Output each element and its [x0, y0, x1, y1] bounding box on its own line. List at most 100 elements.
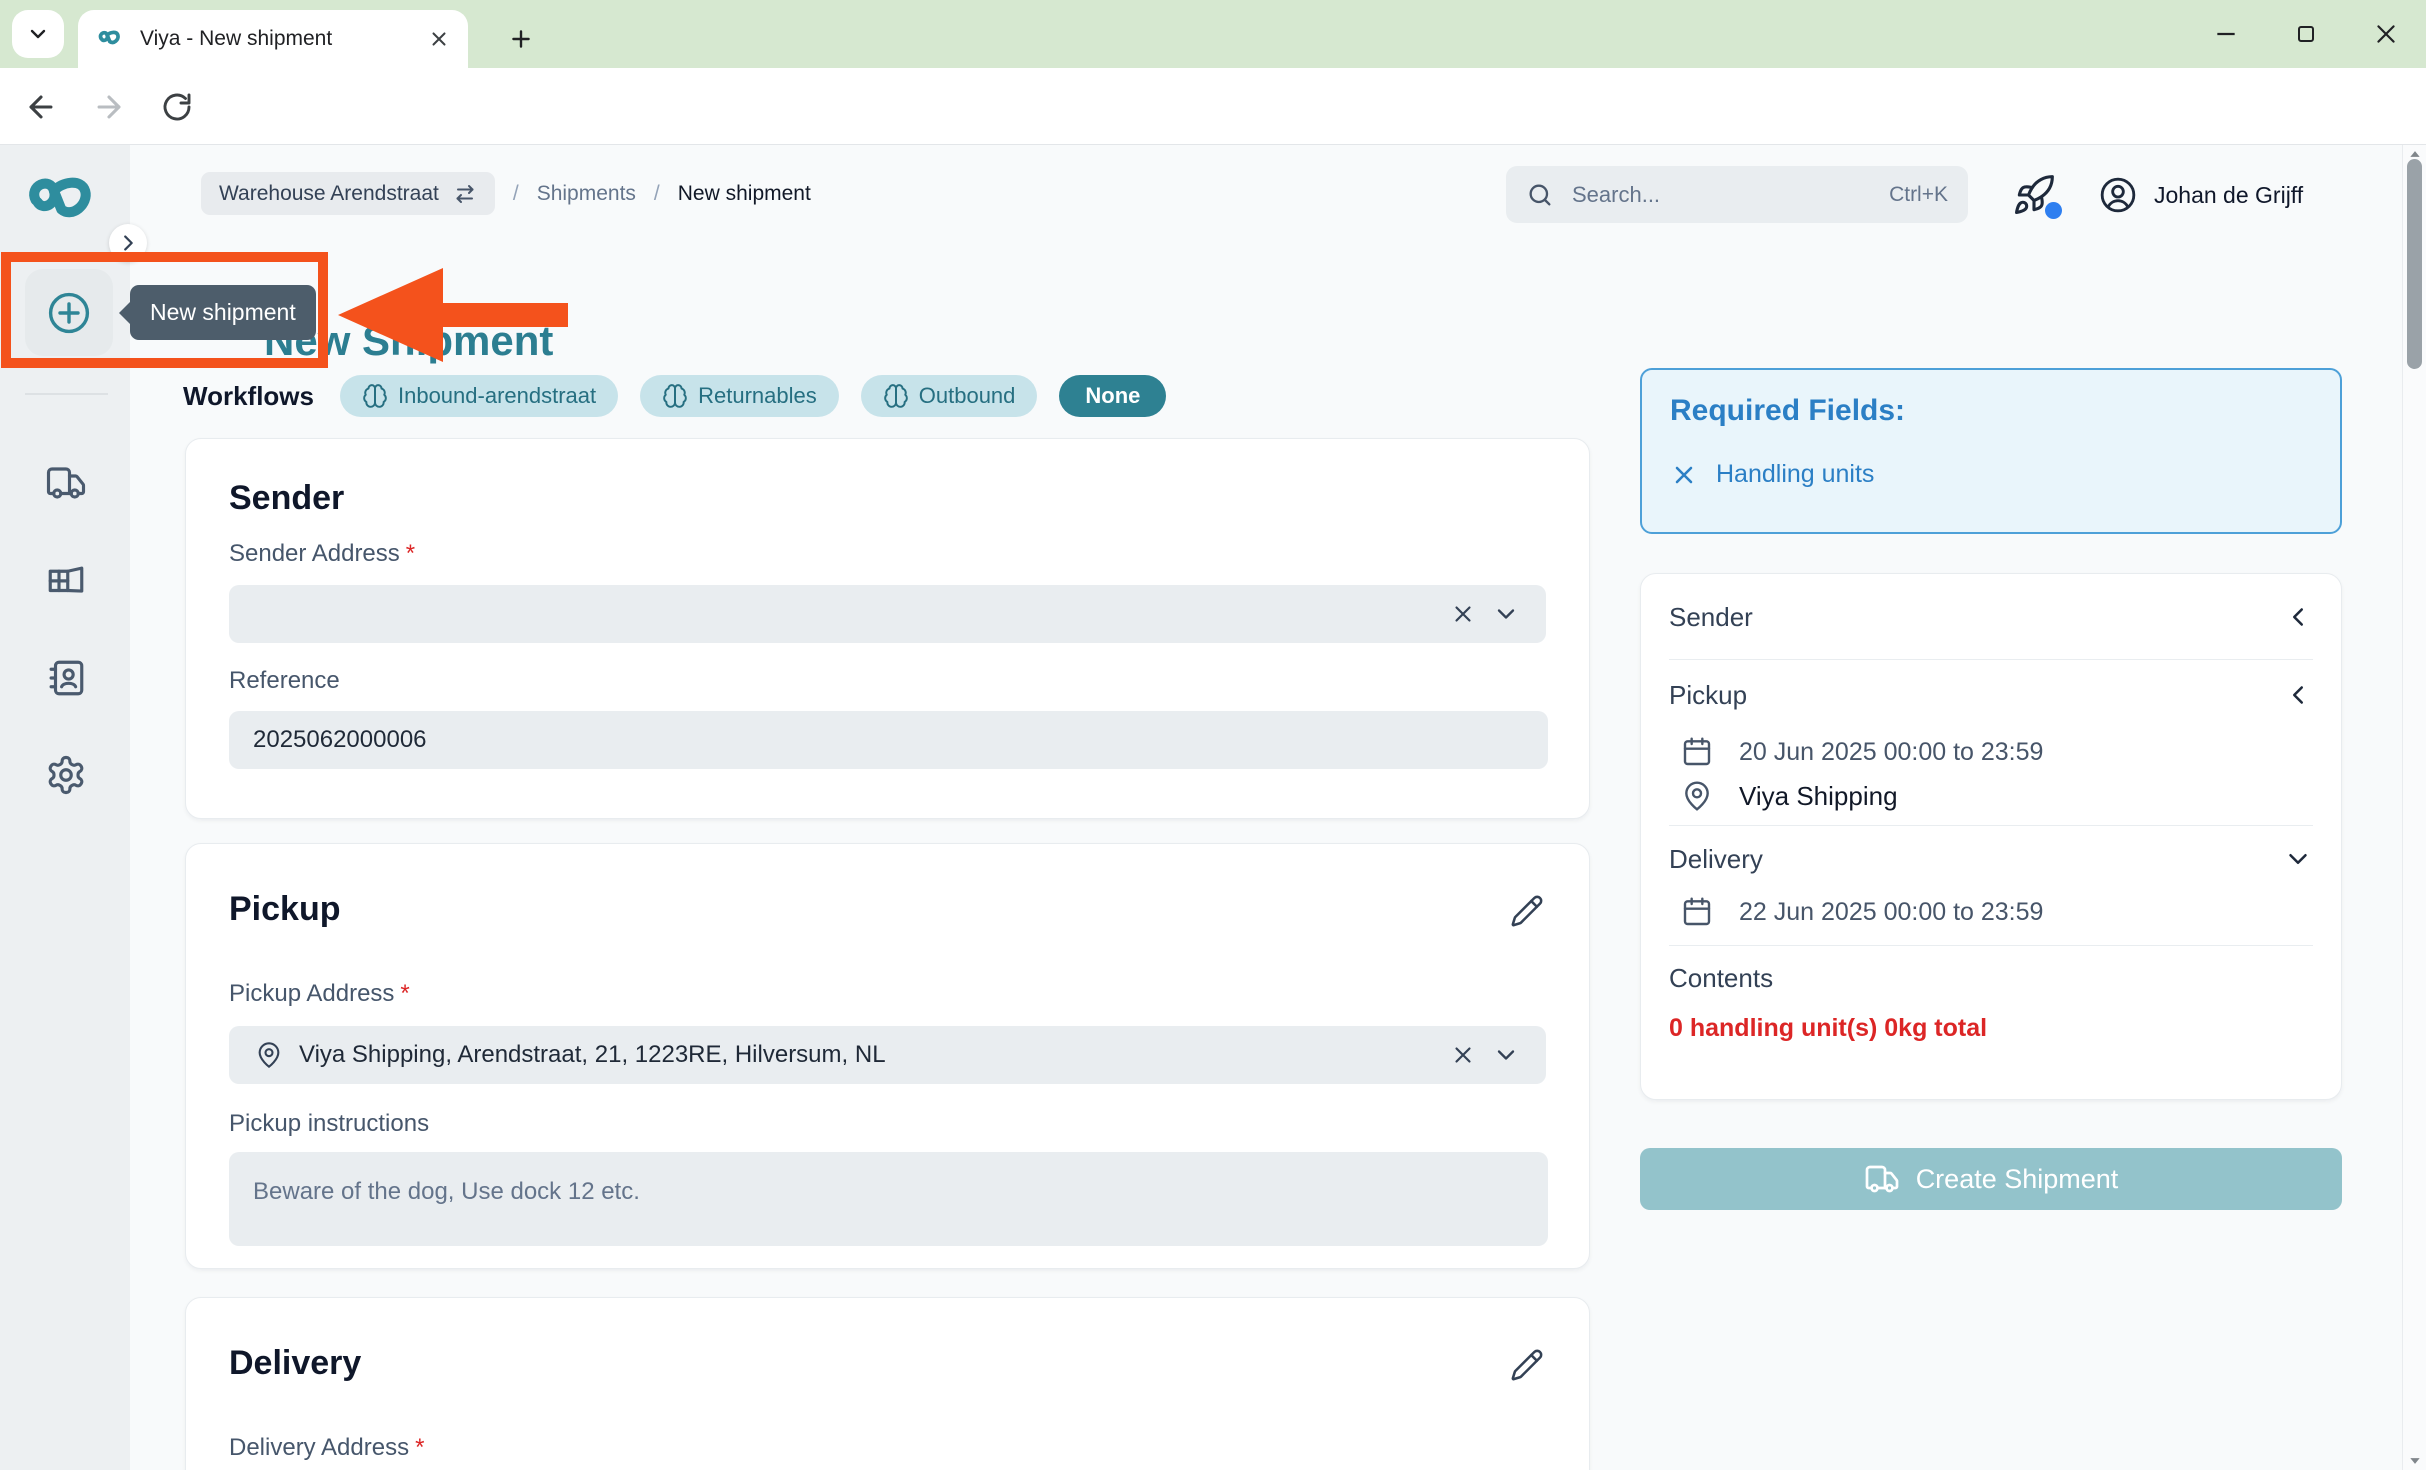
- global-search[interactable]: Ctrl+K: [1506, 166, 1968, 223]
- sender-address-select[interactable]: [229, 585, 1546, 643]
- shipment-summary-card: Sender Pickup 20 Jun 2025 00:00 to 23:59…: [1640, 573, 2342, 1100]
- pencil-icon: [1510, 894, 1544, 928]
- notification-dot: [2045, 202, 2062, 219]
- pickup-location-row: Viya Shipping: [1681, 776, 1898, 816]
- pickup-address-select[interactable]: Viya Shipping, Arendstraat, 21, 1223RE, …: [229, 1026, 1546, 1084]
- breadcrumb-shipments[interactable]: Shipments: [537, 182, 636, 206]
- container-icon: [45, 559, 87, 601]
- pencil-icon: [1510, 1348, 1544, 1382]
- workflow-pill-outbound[interactable]: Outbound: [861, 375, 1038, 417]
- summary-sender-header[interactable]: Sender: [1669, 594, 2313, 640]
- whats-new-button[interactable]: [2012, 173, 2060, 221]
- window-controls: [2186, 0, 2426, 68]
- create-shipment-label: Create Shipment: [1916, 1164, 2119, 1195]
- pickup-address-label: Pickup Address*: [229, 980, 410, 1008]
- create-shipment-button[interactable]: Create Shipment: [1640, 1148, 2342, 1210]
- new-tab-button[interactable]: [500, 18, 542, 60]
- workflows-label: Workflows: [183, 381, 314, 412]
- clear-icon[interactable]: [1450, 1042, 1476, 1068]
- close-window-button[interactable]: [2346, 0, 2426, 68]
- contents-warning: 0 handling unit(s) 0kg total: [1669, 1014, 1987, 1043]
- divider: [1669, 945, 2313, 946]
- sidebar-item-containers[interactable]: [45, 559, 87, 601]
- browser-window: Viya - New shipment present.viyatest.it/…: [0, 0, 2426, 1470]
- maximize-button[interactable]: [2266, 0, 2346, 68]
- workflow-pill-label: Returnables: [698, 383, 817, 409]
- summary-delivery-header[interactable]: Delivery: [1669, 836, 2313, 882]
- summary-sender-label: Sender: [1669, 602, 1753, 633]
- back-button[interactable]: [22, 88, 60, 126]
- workflows-row: Workflows Inbound-arendstraat Returnable…: [183, 375, 1166, 417]
- annotation-arrow: [338, 265, 570, 365]
- chevron-down-icon: [26, 22, 50, 46]
- sender-address-label: Sender Address*: [229, 540, 415, 568]
- sidebar-item-shipments[interactable]: [45, 462, 87, 504]
- forward-button[interactable]: [90, 88, 128, 126]
- tab-strip: Viya - New shipment: [0, 0, 2426, 68]
- gear-icon: [45, 754, 87, 796]
- delivery-window-value: 22 Jun 2025 00:00 to 23:59: [1739, 898, 2043, 927]
- required-field-item: Handling units: [1670, 460, 1874, 489]
- divider: [1669, 825, 2313, 826]
- minimize-button[interactable]: [2186, 0, 2266, 68]
- map-pin-icon: [1681, 780, 1713, 812]
- pickup-instructions-input[interactable]: [229, 1152, 1548, 1246]
- tab-title: Viya - New shipment: [140, 27, 414, 51]
- scroll-down-icon[interactable]: [2408, 1454, 2422, 1468]
- app-viewport: Warehouse Arendstraat / Shipments / New …: [0, 145, 2426, 1470]
- reference-input[interactable]: [229, 711, 1548, 769]
- x-icon: [1670, 461, 1698, 489]
- delivery-title: Delivery: [229, 1344, 361, 1383]
- edit-pickup-button[interactable]: [1510, 894, 1546, 930]
- scrollbar-thumb[interactable]: [2407, 159, 2422, 369]
- chevron-left-icon[interactable]: [2283, 680, 2313, 710]
- workflow-pill-inbound[interactable]: Inbound-arendstraat: [340, 375, 618, 417]
- pickup-title: Pickup: [229, 890, 340, 929]
- tab-close-icon[interactable]: [428, 28, 450, 50]
- viya-favicon: [96, 28, 126, 50]
- workflow-pill-label: Outbound: [919, 383, 1016, 409]
- reload-button[interactable]: [158, 88, 196, 126]
- tab-search-button[interactable]: [12, 10, 64, 58]
- user-menu[interactable]: Johan de Grijff: [2098, 175, 2303, 215]
- browser-tab[interactable]: Viya - New shipment: [78, 10, 468, 68]
- search-shortcut: Ctrl+K: [1889, 183, 1948, 207]
- pickup-card: Pickup Pickup Address* Viya Shipping, Ar…: [185, 843, 1590, 1269]
- workflow-pill-label: Inbound-arendstraat: [398, 383, 596, 409]
- contents-label: Contents: [1669, 963, 1773, 994]
- delivery-window-row: 22 Jun 2025 00:00 to 23:59: [1681, 892, 2043, 932]
- user-name: Johan de Grijff: [2154, 182, 2303, 209]
- workspace-name: Warehouse Arendstraat: [219, 182, 439, 206]
- page-scrollbar[interactable]: [2402, 145, 2426, 1470]
- brain-icon: [362, 383, 388, 409]
- pickup-instructions-label: Pickup instructions: [229, 1110, 429, 1138]
- chevron-down-icon[interactable]: [1492, 600, 1520, 628]
- breadcrumb-current: New shipment: [678, 182, 811, 206]
- summary-delivery-label: Delivery: [1669, 844, 1763, 875]
- summary-contents-header: Contents: [1669, 958, 2313, 998]
- reference-label: Reference: [229, 667, 340, 695]
- pickup-address-value: Viya Shipping, Arendstraat, 21, 1223RE, …: [299, 1041, 1434, 1069]
- required-fields-panel: Required Fields: Handling units: [1640, 368, 2342, 534]
- sidebar-divider: [25, 393, 108, 395]
- user-circle-icon: [2098, 175, 2138, 215]
- sidebar-item-contacts[interactable]: [45, 657, 87, 699]
- chevron-left-icon[interactable]: [2283, 602, 2313, 632]
- chevron-down-icon[interactable]: [2283, 844, 2313, 874]
- workflow-pill-returnables[interactable]: Returnables: [640, 375, 839, 417]
- workspace-switcher[interactable]: Warehouse Arendstraat: [201, 172, 495, 215]
- brain-icon: [662, 383, 688, 409]
- viya-logo[interactable]: [21, 171, 109, 233]
- chevron-down-icon[interactable]: [1492, 1041, 1520, 1069]
- map-pin-icon: [255, 1041, 283, 1069]
- search-icon: [1526, 181, 1554, 209]
- truck-icon: [1864, 1161, 1900, 1197]
- workflow-pill-none[interactable]: None: [1059, 375, 1166, 417]
- summary-pickup-header[interactable]: Pickup: [1669, 672, 2313, 718]
- search-input[interactable]: [1570, 181, 1873, 209]
- clear-icon[interactable]: [1450, 601, 1476, 627]
- sidebar-item-settings[interactable]: [45, 754, 87, 796]
- divider: [1669, 659, 2313, 660]
- edit-delivery-button[interactable]: [1510, 1348, 1546, 1384]
- pickup-window-row: 20 Jun 2025 00:00 to 23:59: [1681, 732, 2043, 772]
